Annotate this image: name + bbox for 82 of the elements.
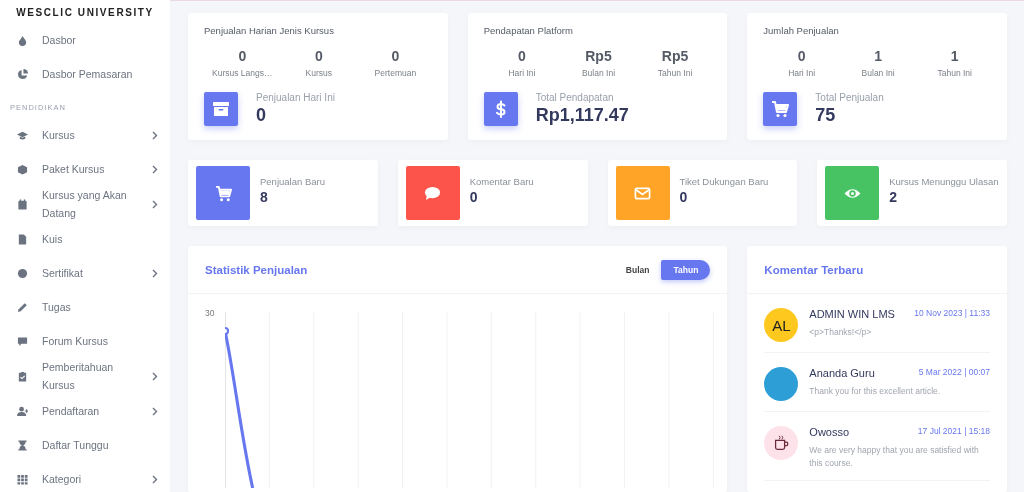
card-title: Pendapatan Platform bbox=[483, 25, 574, 36]
stat-value: 1 bbox=[949, 48, 960, 64]
speech-bubble-icon bbox=[17, 335, 28, 347]
user-plus-icon bbox=[17, 405, 28, 417]
sidebar-item[interactable]: Kategori bbox=[0, 462, 170, 492]
pie-chart-icon bbox=[17, 68, 28, 80]
archive-icon bbox=[204, 92, 238, 126]
period-toggle[interactable]: Tahun bbox=[661, 259, 711, 280]
clipboard-check-icon bbox=[17, 370, 28, 382]
sidebar-item[interactable]: Kursus yang Akan Datang bbox=[0, 186, 170, 222]
calendar-icon bbox=[17, 198, 28, 210]
commenter-name: ADMIN WIN LMS bbox=[809, 308, 895, 320]
pencil-icon bbox=[17, 301, 28, 313]
chart-title: Statistik Penjualan bbox=[205, 263, 308, 276]
sidebar-item[interactable]: Daftar Tunggu bbox=[0, 428, 170, 462]
stat-label: Pertemuan bbox=[373, 68, 418, 78]
sidebar-item[interactable]: Kuis bbox=[0, 222, 170, 256]
sidebar-item[interactable]: Tugas bbox=[0, 290, 170, 324]
cart-icon bbox=[763, 92, 798, 126]
stat-value: 0 bbox=[237, 48, 248, 64]
comment-date: 10 Nov 2023 | 11:33 bbox=[914, 308, 990, 318]
sidebar-item[interactable]: Sertifikat bbox=[0, 256, 170, 290]
total-value: Rp1,117.47 bbox=[535, 105, 629, 126]
stat-label: Kursus Menunggu Ulasan bbox=[889, 176, 999, 187]
stat-value: 1 bbox=[873, 48, 884, 64]
cube-icon bbox=[17, 163, 28, 175]
stat-value: 2 bbox=[889, 189, 899, 205]
stat-value: 0 bbox=[313, 48, 324, 64]
total-value: 0 bbox=[256, 105, 267, 126]
sidebar-item[interactable]: Forum Kursus bbox=[0, 324, 170, 358]
circle-icon bbox=[17, 267, 28, 279]
period-toggle[interactable]: Bulan bbox=[617, 259, 658, 280]
sidebar-item[interactable]: Paket Kursus bbox=[0, 152, 170, 186]
stat-value: 0 bbox=[517, 48, 527, 64]
card-title: Penjualan Harian Jenis Kursus bbox=[204, 25, 335, 36]
stat-value: Rp5 bbox=[584, 48, 613, 64]
total-label: Penjualan Hari Ini bbox=[256, 92, 335, 103]
stat-label: Kursus bbox=[304, 68, 334, 78]
file-icon bbox=[17, 233, 28, 245]
sidebar-item[interactable]: Pemberitahuan Kursus bbox=[0, 358, 170, 394]
total-label: Total Pendapatan bbox=[535, 92, 615, 103]
stat-label: Komentar Baru bbox=[469, 176, 534, 187]
stat-value: 0 bbox=[796, 48, 807, 64]
commenter-name: Owosso bbox=[809, 426, 850, 438]
comment-text: Thank you for this excellent article. bbox=[809, 385, 942, 398]
photo-placeholder bbox=[764, 367, 799, 401]
initials-avatar: AL bbox=[764, 308, 799, 342]
comments-title: Komentar Terbaru bbox=[764, 263, 864, 276]
graduation-cap-icon bbox=[17, 129, 28, 141]
stat-label: Tahun Ini bbox=[936, 68, 973, 78]
drop-icon bbox=[17, 34, 28, 46]
stat-label: Kursus Langs… bbox=[211, 68, 274, 78]
comment-date: 17 Jul 2021 | 15:18 bbox=[917, 426, 990, 436]
comment-date: 5 Mar 2022 | 00:07 bbox=[918, 367, 990, 377]
sidebar-item[interactable]: Kursus bbox=[0, 118, 170, 152]
y-axis-label: 30 bbox=[205, 308, 216, 320]
sidebar-item[interactable]: Dasbor Pemasaran bbox=[0, 57, 170, 91]
stat-value: 0 bbox=[390, 48, 401, 64]
total-value: 75 bbox=[815, 105, 837, 126]
mug-icon bbox=[772, 434, 791, 452]
stat-value: Rp5 bbox=[660, 48, 690, 64]
commenter-name: Ananda Guru bbox=[809, 367, 875, 379]
grid-icon bbox=[17, 473, 28, 485]
total-label: Total Penjualan bbox=[815, 92, 884, 103]
stat-label: Hari Ini bbox=[787, 68, 817, 78]
stat-label: Bulan Ini bbox=[860, 68, 896, 78]
stat-value: 0 bbox=[679, 189, 689, 205]
hourglass-icon bbox=[17, 439, 28, 451]
stat-label: Bulan Ini bbox=[580, 68, 617, 78]
stat-value: 8 bbox=[260, 189, 269, 205]
brand-title: WESCLIC UNIVERSITY bbox=[15, 6, 155, 18]
sidebar-item[interactable]: Pendaftaran bbox=[0, 394, 170, 428]
comment-text: <p>Thanks!</p> bbox=[809, 326, 873, 339]
sidebar-item[interactable]: Dasbor bbox=[0, 23, 170, 57]
dollar-icon bbox=[483, 92, 518, 126]
comment-text: We are very happy that you are satisfied with this course. bbox=[809, 444, 980, 470]
stat-label: Tiket Dukungan Baru bbox=[679, 176, 769, 187]
stat-value: 0 bbox=[469, 189, 479, 205]
stat-label: Hari Ini bbox=[507, 68, 537, 78]
stat-label: Tahun Ini bbox=[656, 68, 694, 78]
stat-label: Penjualan Baru bbox=[260, 176, 325, 187]
card-title: Jumlah Penjualan bbox=[763, 25, 840, 36]
